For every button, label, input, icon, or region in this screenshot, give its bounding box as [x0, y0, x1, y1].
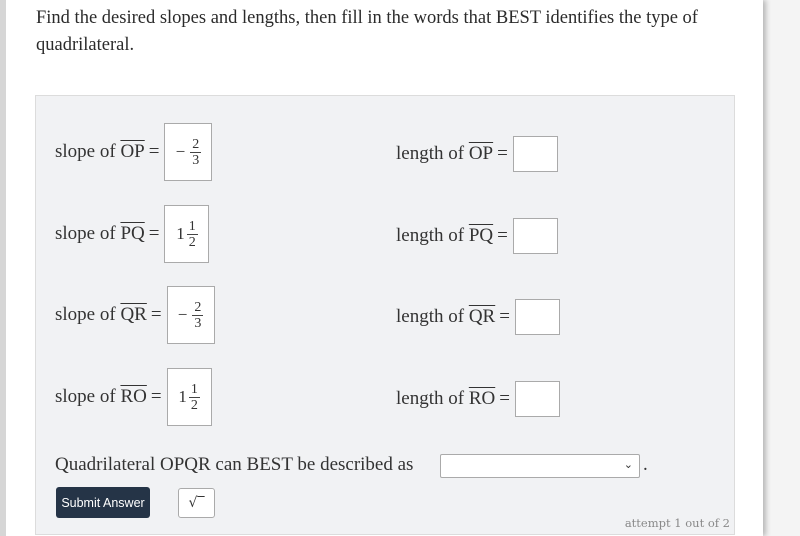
length-row-pq: length of PQ =: [396, 218, 558, 254]
length-label: length of: [396, 388, 465, 409]
slope-answer-op[interactable]: − 2 3: [164, 123, 213, 181]
quadrilateral-type-select[interactable]: ⌄: [440, 454, 640, 478]
segment-label: OP: [468, 143, 494, 164]
segment-label: RO: [120, 386, 147, 407]
length-label: length of: [396, 306, 465, 327]
length-answer-pq[interactable]: [512, 218, 558, 254]
whole-number: 1: [178, 387, 187, 406]
question-card: Find the desired slopes and lengths, the…: [0, 0, 763, 536]
segment-label: PQ: [120, 223, 145, 244]
sqrt-icon[interactable]: √‾: [178, 488, 215, 518]
denominator: 3: [194, 315, 202, 331]
equals-sign: =: [499, 306, 510, 327]
slope-row-pq: slope of PQ = 1 1 2: [55, 205, 210, 263]
denominator: 3: [192, 152, 200, 168]
slope-label: slope of: [55, 304, 116, 325]
fraction: 1 2: [188, 381, 200, 413]
numerator: 1: [188, 381, 200, 398]
slope-label: slope of: [55, 223, 116, 244]
whole-number: 1: [176, 224, 185, 243]
equals-sign: =: [497, 225, 508, 246]
question-prompt: Find the desired slopes and lengths, the…: [36, 8, 698, 55]
length-answer-qr[interactable]: [514, 299, 560, 335]
answer-panel: slope of OP = − 2 3 length of OP = slope…: [35, 95, 735, 535]
length-row-op: length of OP =: [396, 136, 558, 172]
slope-label: slope of: [55, 386, 116, 407]
attempt-counter: attempt 1 out of 2: [624, 516, 730, 530]
slope-answer-qr[interactable]: − 2 3: [166, 286, 215, 344]
numerator: 2: [192, 299, 204, 316]
minus-sign: −: [175, 142, 186, 161]
length-row-qr: length of QR =: [396, 299, 560, 335]
denominator: 2: [190, 397, 198, 413]
chevron-down-icon: ⌄: [623, 458, 633, 471]
denominator: 2: [188, 234, 196, 250]
slope-answer-ro[interactable]: 1 1 2: [166, 368, 212, 426]
equals-sign: =: [150, 386, 162, 407]
slope-row-ro: slope of RO = 1 1 2: [55, 368, 212, 426]
equals-sign: =: [497, 143, 508, 164]
length-label: length of: [396, 225, 465, 246]
submit-answer-button[interactable]: Submit Answer: [56, 487, 150, 518]
equals-sign: =: [148, 141, 160, 162]
equals-sign: =: [150, 304, 162, 325]
segment-label: QR: [120, 304, 147, 325]
slope-row-op: slope of OP = − 2 3: [55, 123, 213, 181]
length-answer-ro[interactable]: [514, 381, 560, 417]
fraction: 2 3: [192, 299, 204, 331]
slope-label: slope of: [55, 141, 116, 162]
segment-label: RO: [468, 388, 496, 409]
length-label: length of: [396, 143, 465, 164]
segment-label: PQ: [468, 225, 494, 246]
quadrilateral-question: Quadrilateral OPQR can BEST be described…: [55, 454, 414, 475]
numerator: 2: [190, 136, 202, 153]
length-row-ro: length of RO =: [396, 381, 560, 417]
numerator: 1: [186, 218, 198, 235]
segment-label: OP: [120, 141, 145, 162]
equals-sign: =: [499, 388, 510, 409]
length-answer-op[interactable]: [512, 136, 558, 172]
period: .: [643, 454, 648, 475]
minus-sign: −: [177, 305, 188, 324]
fraction: 2 3: [190, 136, 202, 168]
slope-answer-pq[interactable]: 1 1 2: [164, 205, 210, 263]
slope-row-qr: slope of QR = − 2 3: [55, 286, 215, 344]
fraction: 1 2: [186, 218, 198, 250]
equals-sign: =: [148, 223, 160, 244]
segment-label: QR: [468, 306, 496, 327]
